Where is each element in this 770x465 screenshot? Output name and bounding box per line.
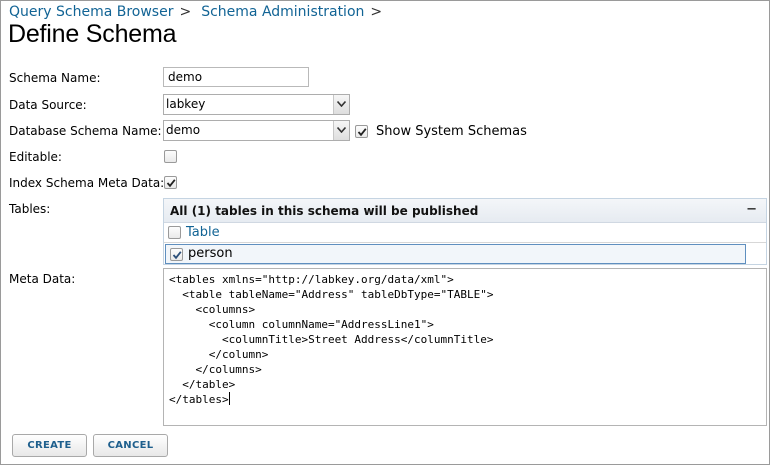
code-line: <tables xmlns="http://labkey.org/data/xm… (169, 273, 454, 286)
meta-data-textarea[interactable]: <tables xmlns="http://labkey.org/data/xm… (163, 268, 767, 426)
table-row-checkbox[interactable] (170, 248, 183, 261)
meta-data-label: Meta Data: (9, 272, 76, 286)
page-frame: Query Schema Browser > Schema Administrati… (0, 0, 770, 465)
checkmark-icon (166, 179, 176, 188)
database-schema-name-label: Database Schema Name: (9, 124, 162, 138)
editable-checkbox[interactable] (164, 150, 177, 163)
show-system-schemas-label: Show System Schemas (376, 124, 527, 139)
breadcrumb-query-schema-browser[interactable]: Query Schema Browser (9, 4, 173, 20)
table-column-header-label[interactable]: Table (186, 225, 220, 240)
page-title: Define Schema (8, 20, 177, 48)
breadcrumb-schema-administration[interactable]: Schema Administration (201, 4, 364, 20)
code-line: </table> (169, 378, 236, 391)
table-row[interactable]: person (165, 244, 746, 264)
breadcrumb-separator: > (370, 4, 383, 20)
tables-grid-header: All (1) tables in this schema will be pu… (164, 199, 766, 223)
data-source-label: Data Source: (9, 98, 87, 112)
index-schema-meta-data-checkbox[interactable] (164, 176, 177, 189)
database-schema-name-value: demo (166, 123, 201, 137)
code-line: </column> (169, 348, 269, 361)
text-cursor (228, 392, 230, 405)
code-line: <columns> (169, 303, 256, 316)
breadcrumb: Query Schema Browser > Schema Administrati… (9, 4, 392, 20)
tables-grid: All (1) tables in this schema will be pu… (163, 198, 767, 265)
cancel-button[interactable]: CANCEL (93, 434, 168, 457)
schema-name-label: Schema Name: (9, 71, 101, 85)
code-line: <column columnName="AddressLine1"> (169, 318, 434, 331)
chevron-down-icon (333, 121, 349, 140)
code-line: <table tableName="Address" tableDbType="… (169, 288, 494, 301)
table-row-name: person (188, 246, 233, 261)
database-schema-name-select[interactable]: demo (163, 120, 350, 141)
chevron-down-icon (333, 95, 349, 114)
tables-grid-title: All (1) tables in this schema will be pu… (170, 204, 479, 218)
schema-name-input[interactable] (163, 67, 309, 87)
checkmark-icon (172, 251, 182, 260)
editable-label: Editable: (9, 150, 62, 164)
breadcrumb-separator: > (179, 4, 192, 20)
code-line: <columnTitle>Street Address</columnTitle… (169, 333, 494, 346)
tables-column-header: Table (164, 223, 766, 243)
code-line: </columns> (169, 363, 262, 376)
data-source-value: labkey (166, 97, 206, 111)
checkmark-icon (357, 128, 367, 137)
code-line: </tables> (169, 393, 229, 406)
create-button[interactable]: CREATE (12, 434, 87, 457)
select-all-checkbox[interactable] (168, 226, 181, 239)
index-schema-meta-data-label: Index Schema Meta Data: (9, 176, 165, 190)
collapse-icon[interactable]: − (746, 202, 757, 217)
show-system-schemas-checkbox[interactable] (355, 125, 368, 138)
tables-label: Tables: (9, 202, 51, 216)
data-source-select[interactable]: labkey (163, 94, 350, 115)
